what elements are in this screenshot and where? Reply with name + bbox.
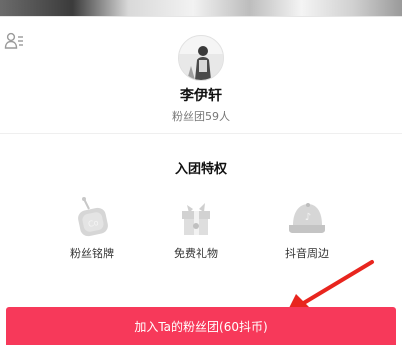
- privileges-title: 入团特权: [174, 162, 227, 177]
- benefit-fan-badge: Co 粉丝铭牌: [47, 195, 137, 261]
- benefit-free-gift: 免费礼物: [151, 195, 241, 261]
- divider: [0, 133, 402, 134]
- gift-icon: [182, 203, 210, 235]
- fan-badge-icon: Co: [78, 197, 108, 237]
- svg-text:♪: ♪: [305, 212, 311, 223]
- join-fan-club-button[interactable]: 加入Ta的粉丝团(60抖币): [6, 307, 396, 345]
- streamer-name: 李伊轩: [180, 88, 222, 104]
- benefit-label: 免费礼物: [174, 247, 218, 260]
- user-list-icon[interactable]: [4, 31, 24, 51]
- fan-club-count: 粉丝团59人: [172, 110, 230, 123]
- douyin-cap-icon: ♪: [289, 203, 325, 233]
- benefit-label: 粉丝铭牌: [70, 247, 114, 260]
- avatar-photo: [179, 36, 223, 80]
- benefit-douyin-merch: ♪ 抖音周边: [262, 195, 352, 261]
- top-photo-strip: [0, 0, 402, 17]
- avatar[interactable]: [178, 35, 224, 81]
